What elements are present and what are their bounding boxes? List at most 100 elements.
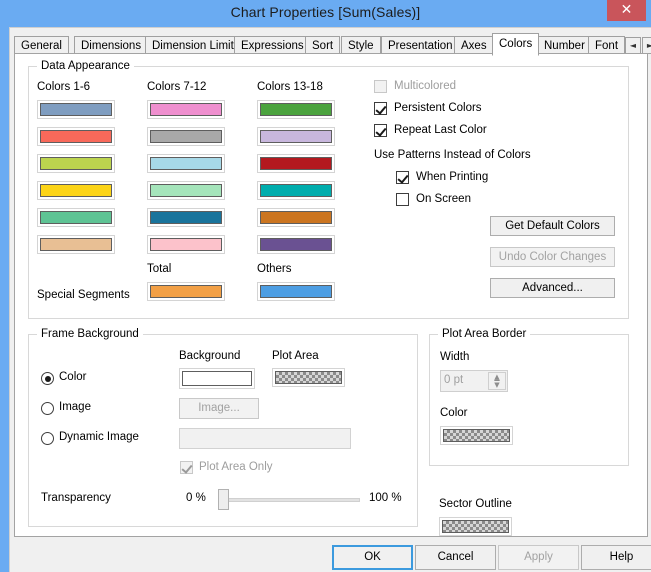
plot-area-color-swatch[interactable] xyxy=(272,368,345,387)
colors-tab-page: Data Appearance Colors 1-6 Colors 7-12 C… xyxy=(14,53,648,537)
plot-area-only-checkbox[interactable] xyxy=(180,461,193,474)
color-swatch-4[interactable] xyxy=(37,181,115,200)
repeat-last-color-label: Repeat Last Color xyxy=(394,124,487,136)
image-button[interactable]: Image... xyxy=(179,398,259,419)
dialog-footer: OK Cancel Apply Help xyxy=(10,537,651,572)
title-bar: Chart Properties [Sum(Sales)] ✕ xyxy=(0,0,651,26)
color-swatch-3[interactable] xyxy=(37,154,115,173)
color-swatch-1[interactable] xyxy=(37,100,115,119)
transparency-slider-track[interactable] xyxy=(220,498,360,502)
frame-background-title: Frame Background xyxy=(37,328,143,340)
color-swatch-7-fill xyxy=(150,103,222,116)
plot-area-border-title: Plot Area Border xyxy=(438,328,531,340)
color-radio-label: Color xyxy=(59,371,87,383)
plot-area-label: Plot Area xyxy=(272,350,319,362)
data-appearance-group: Data Appearance Colors 1-6 Colors 7-12 C… xyxy=(28,60,629,319)
get-default-colors-button[interactable]: Get Default Colors xyxy=(490,216,615,236)
color-swatch-6[interactable] xyxy=(37,235,115,254)
color-radio[interactable] xyxy=(41,372,54,385)
color-swatch-10[interactable] xyxy=(147,181,225,200)
color-swatch-6-fill xyxy=(40,238,112,251)
background-color-swatch-fill xyxy=(182,371,252,386)
color-swatch-15[interactable] xyxy=(257,154,335,173)
border-width-spin-buttons[interactable]: ▲ ▼ xyxy=(488,372,506,390)
spin-up-icon[interactable]: ▲ xyxy=(489,373,505,381)
color-swatch-17[interactable] xyxy=(257,208,335,227)
border-color-swatch-fill xyxy=(443,429,510,442)
color-swatch-5[interactable] xyxy=(37,208,115,227)
advanced-button[interactable]: Advanced... xyxy=(490,278,615,298)
color-swatch-13-fill xyxy=(260,103,332,116)
plot-area-only-label: Plot Area Only xyxy=(199,461,273,473)
color-swatch-4-fill xyxy=(40,184,112,197)
chart-properties-dialog: Chart Properties [Sum(Sales)] ✕ General … xyxy=(0,0,651,572)
image-radio-label: Image xyxy=(59,401,91,413)
others-color-swatch-fill xyxy=(260,285,332,298)
tab-scroll-left-icon[interactable]: ◄ xyxy=(625,37,641,54)
close-icon[interactable]: ✕ xyxy=(607,0,646,21)
color-swatch-9-fill xyxy=(150,157,222,170)
color-swatch-16-fill xyxy=(260,184,332,197)
help-button[interactable]: Help xyxy=(581,545,651,570)
colors-1-6-header: Colors 1-6 xyxy=(37,81,91,93)
when-printing-checkbox[interactable] xyxy=(396,171,409,184)
cancel-button[interactable]: Cancel xyxy=(415,545,496,570)
transparency-min-label: 0 % xyxy=(186,492,206,504)
total-color-swatch[interactable] xyxy=(147,282,225,301)
color-swatch-5-fill xyxy=(40,211,112,224)
sector-outline-swatch-fill xyxy=(442,520,509,533)
color-swatch-18[interactable] xyxy=(257,235,335,254)
color-swatch-11[interactable] xyxy=(147,208,225,227)
tab-colors[interactable]: Colors xyxy=(492,33,540,56)
dynamic-image-radio-label: Dynamic Image xyxy=(59,431,139,443)
background-color-swatch[interactable] xyxy=(179,368,255,389)
others-color-swatch[interactable] xyxy=(257,282,335,301)
color-swatch-8-fill xyxy=(150,130,222,143)
plot-area-color-swatch-fill xyxy=(275,371,342,384)
repeat-last-color-checkbox[interactable] xyxy=(374,124,387,137)
color-swatch-11-fill xyxy=(150,211,222,224)
color-swatch-7[interactable] xyxy=(147,100,225,119)
plot-area-border-group: Plot Area Border Width 0 pt ▲ ▼ Color xyxy=(429,328,629,466)
color-swatch-16[interactable] xyxy=(257,181,335,200)
sector-outline-swatch[interactable] xyxy=(439,517,512,536)
special-segments-label: Special Segments xyxy=(37,289,130,301)
image-radio[interactable] xyxy=(41,402,54,415)
data-appearance-title: Data Appearance xyxy=(37,60,134,72)
border-width-label: Width xyxy=(440,351,470,363)
ok-button[interactable]: OK xyxy=(332,545,413,570)
tab-strip: General Dimensions Dimension Limits Expr… xyxy=(14,33,651,56)
color-swatch-2-fill xyxy=(40,130,112,143)
frame-background-group: Frame Background Background Plot Area Co… xyxy=(28,328,418,527)
colors-7-12-header: Colors 7-12 xyxy=(147,81,207,93)
when-printing-label: When Printing xyxy=(416,171,489,183)
dynamic-image-radio[interactable] xyxy=(41,432,54,445)
sector-outline-label: Sector Outline xyxy=(439,498,512,510)
color-swatch-8[interactable] xyxy=(147,127,225,146)
dynamic-image-input[interactable] xyxy=(179,428,351,449)
spin-down-icon[interactable]: ▼ xyxy=(489,381,505,389)
undo-color-changes-button[interactable]: Undo Color Changes xyxy=(490,247,615,267)
border-color-swatch[interactable] xyxy=(440,426,513,445)
transparency-max-label: 100 % xyxy=(369,492,402,504)
color-swatch-13[interactable] xyxy=(257,100,335,119)
color-swatch-14[interactable] xyxy=(257,127,335,146)
color-swatch-9[interactable] xyxy=(147,154,225,173)
background-label: Background xyxy=(179,350,241,362)
tab-scroll-right-icon[interactable]: ► xyxy=(642,37,651,54)
transparency-slider-thumb[interactable] xyxy=(218,489,229,510)
persistent-colors-checkbox[interactable] xyxy=(374,102,387,115)
color-swatch-12[interactable] xyxy=(147,235,225,254)
on-screen-checkbox[interactable] xyxy=(396,193,409,206)
color-swatch-12-fill xyxy=(150,238,222,251)
border-width-spinner[interactable]: 0 pt ▲ ▼ xyxy=(440,370,508,392)
colors-13-18-header: Colors 13-18 xyxy=(257,81,323,93)
color-swatch-14-fill xyxy=(260,130,332,143)
apply-button[interactable]: Apply xyxy=(498,545,579,570)
color-swatch-2[interactable] xyxy=(37,127,115,146)
color-swatch-17-fill xyxy=(260,211,332,224)
multicolored-checkbox[interactable] xyxy=(374,80,387,93)
others-label: Others xyxy=(257,263,292,275)
dialog-client-area: General Dimensions Dimension Limits Expr… xyxy=(9,27,651,572)
on-screen-label: On Screen xyxy=(416,193,471,205)
